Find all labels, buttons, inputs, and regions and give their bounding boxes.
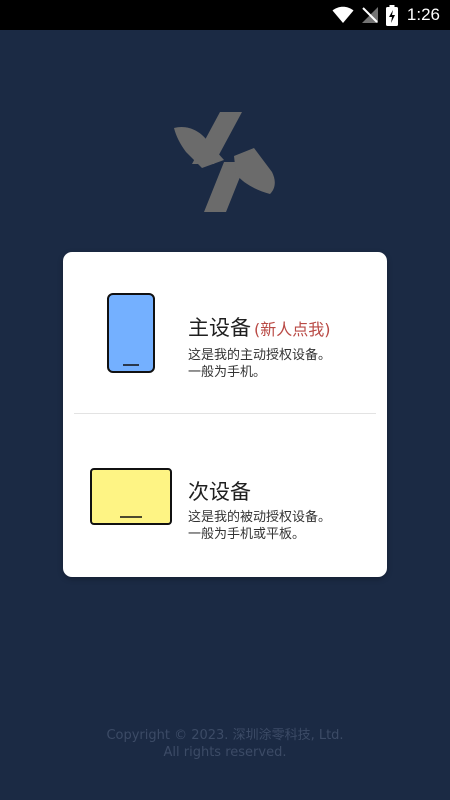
app-logo [172, 110, 278, 216]
secondary-device-title: 次设备 [188, 480, 251, 504]
secondary-device-text: 次设备 这是我的被动授权设备。 一般为手机或平板。 [188, 478, 378, 543]
copyright-line: Copyright © 2023. 深圳涂零科技, Ltd. [106, 728, 344, 743]
secondary-device-desc-line2: 一般为手机或平板。 [188, 527, 306, 542]
secondary-device-desc-line1: 这是我的被动授权设备。 [188, 510, 332, 525]
wifi-icon [332, 6, 354, 24]
primary-device-option[interactable]: 主设备 (新人点我) 这是我的主动授权设备。 一般为手机。 [63, 252, 387, 412]
tablet-icon [90, 468, 172, 525]
primary-device-desc-line1: 这是我的主动授权设备。 [188, 348, 332, 363]
secondary-device-option[interactable]: 次设备 这是我的被动授权设备。 一般为手机或平板。 [63, 415, 387, 575]
primary-device-description: 这是我的主动授权设备。 一般为手机。 [188, 347, 378, 381]
primary-device-title-text: 主设备 [188, 316, 251, 340]
phone-icon [107, 293, 155, 373]
copyright-footer: Copyright © 2023. 深圳涂零科技, Ltd. All right… [0, 727, 450, 761]
primary-device-desc-line2: 一般为手机。 [188, 365, 267, 380]
newbie-tag: (新人点我) [254, 320, 331, 339]
status-bar: 1:26 [0, 0, 450, 30]
divider [74, 413, 376, 414]
battery-charging-icon [385, 4, 398, 26]
primary-device-title: 主设备 (新人点我) [188, 314, 378, 344]
device-selection-card: 主设备 (新人点我) 这是我的主动授权设备。 一般为手机。 次设备 这是我的被动授… [63, 252, 387, 577]
status-time: 1:26 [406, 5, 440, 24]
secondary-device-description: 这是我的被动授权设备。 一般为手机或平板。 [188, 509, 378, 543]
status-icons: 1:26 [332, 3, 440, 27]
primary-device-text: 主设备 (新人点我) 这是我的主动授权设备。 一般为手机。 [188, 314, 378, 381]
no-signal-icon [361, 6, 379, 24]
rights-line: All rights reserved. [163, 745, 287, 760]
